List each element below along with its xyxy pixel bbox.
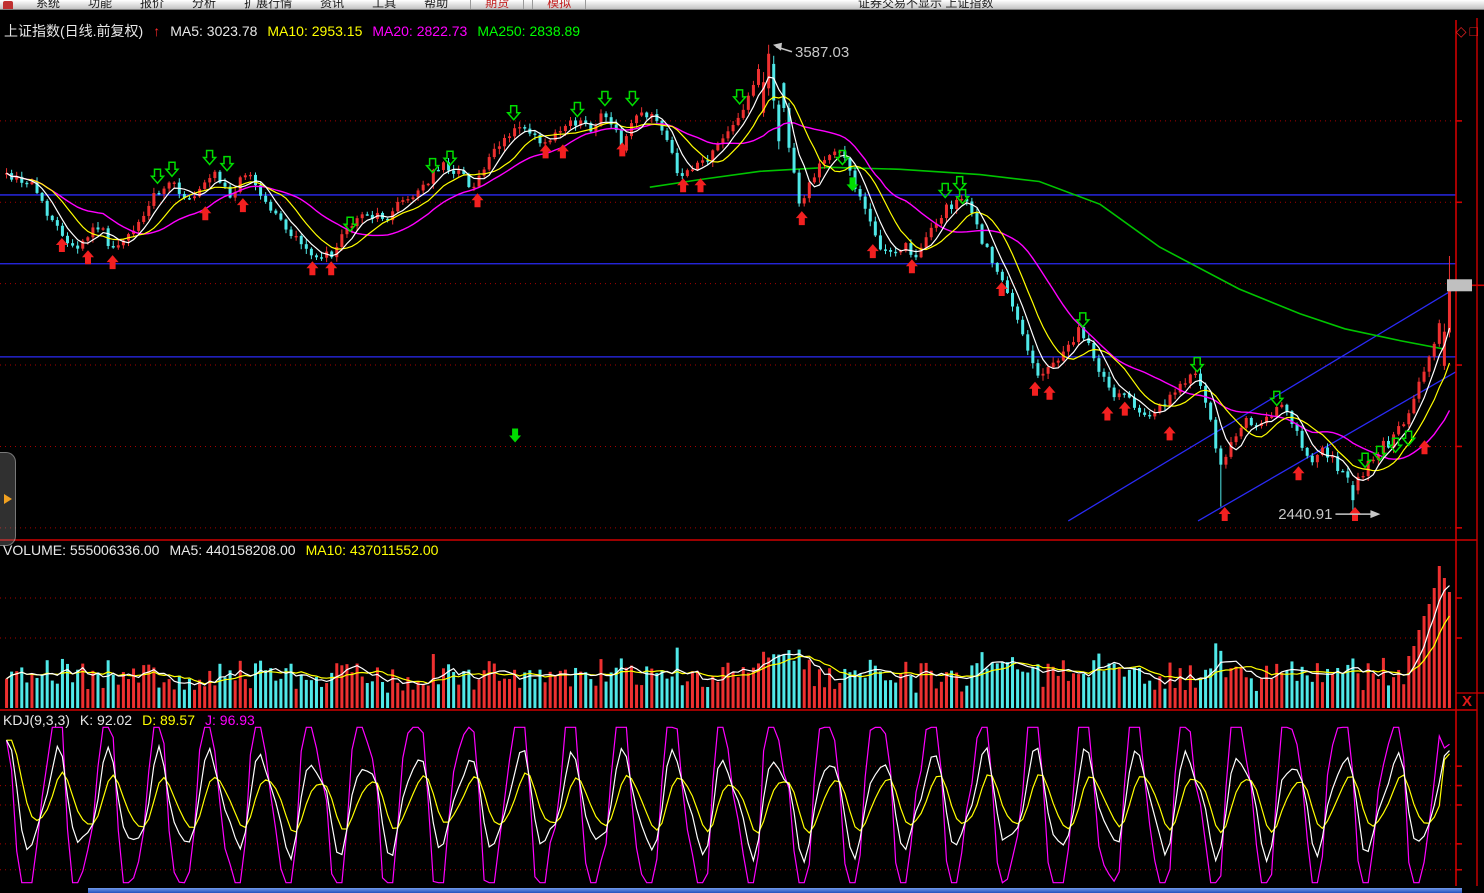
sell-signal-arrow bbox=[508, 106, 520, 120]
expand-arrow-icon bbox=[4, 494, 12, 504]
sell-signal-arrow bbox=[1191, 358, 1203, 372]
trading-app-window: 系统功能报价分析扩展行情资讯工具帮助期货模拟 证券交易不显示 上证指数 上证指数… bbox=[0, 0, 1484, 893]
buy-signal-arrow bbox=[1419, 440, 1431, 454]
sell-signal-arrow bbox=[836, 151, 848, 165]
buy-signal-arrow bbox=[1164, 426, 1176, 440]
taskbar-sliver[interactable] bbox=[88, 888, 1462, 893]
sell-signal-arrow bbox=[221, 157, 233, 171]
sell-signal-arrow bbox=[734, 90, 746, 104]
ma10-value: MA10: 2953.15 bbox=[267, 23, 362, 39]
window-mode-icon[interactable]: □ bbox=[1470, 24, 1478, 38]
buy-signal-arrow bbox=[540, 144, 552, 158]
buy-signal-arrow bbox=[107, 255, 119, 269]
kdj-name: KDJ(9,3,3) bbox=[3, 712, 70, 728]
sell-signal-arrow bbox=[626, 92, 638, 106]
buy-signal-arrow bbox=[1219, 507, 1231, 521]
trend-up-icon: ↑ bbox=[153, 23, 160, 39]
ma20-line bbox=[7, 123, 1450, 460]
buy-signal-arrow bbox=[1029, 382, 1041, 396]
ma250-value: MA250: 2838.89 bbox=[477, 23, 580, 39]
kdj-j-line bbox=[7, 727, 1450, 882]
indicator-close-button[interactable]: X bbox=[1458, 694, 1476, 710]
diamond-icon[interactable]: ◇ bbox=[1456, 24, 1467, 38]
sell-signal-arrow bbox=[204, 151, 216, 165]
price-annotations: 3587.03 2440.91 bbox=[773, 43, 1380, 523]
volume-bars bbox=[5, 566, 1451, 708]
volume-ma10-value: MA10: 437011552.00 bbox=[306, 542, 439, 558]
chart-frame bbox=[0, 18, 1484, 886]
sell-signal-arrow bbox=[571, 103, 583, 117]
buy-signal-arrow bbox=[906, 259, 918, 273]
volume-value: VOLUME: 555006336.00 bbox=[3, 542, 159, 558]
buy-signal-arrow bbox=[1293, 466, 1305, 480]
sell-signal-arrow-solid bbox=[509, 429, 521, 443]
sell-signal-arrow bbox=[152, 169, 164, 183]
signal-arrows bbox=[56, 90, 1431, 521]
candlesticks bbox=[5, 45, 1451, 511]
grid-lines bbox=[0, 121, 1456, 870]
buy-signal-arrow bbox=[796, 211, 808, 225]
sell-signal-arrow-solid bbox=[847, 177, 859, 191]
volume-header: VOLUME: 555006336.00 MA5: 440158208.00 M… bbox=[3, 542, 438, 558]
sell-signal-arrow bbox=[166, 162, 178, 176]
symbol-label: 上证指数(日线.前复权) bbox=[4, 23, 143, 39]
last-price-marker bbox=[1447, 279, 1472, 291]
kdj-k-value: K: 92.02 bbox=[80, 712, 132, 728]
buy-signal-arrow bbox=[237, 198, 249, 212]
kdj-header: KDJ(9,3,3) K: 92.02 D: 89.57 J: 96.93 bbox=[3, 712, 255, 728]
volume-ma5-value: MA5: 440158208.00 bbox=[169, 542, 295, 558]
ma5-value: MA5: 3023.78 bbox=[170, 23, 257, 39]
buy-signal-arrow bbox=[199, 206, 211, 220]
chart-canvas[interactable]: 3587.03 2440.91 bbox=[0, 0, 1484, 893]
main-chart-header: 上证指数(日线.前复权) ↑ MA5: 3023.78 MA10: 2953.1… bbox=[4, 23, 580, 39]
buy-signal-arrow bbox=[1119, 402, 1131, 416]
buy-signal-arrow bbox=[82, 250, 94, 264]
low-price-label: 2440.91 bbox=[1278, 506, 1332, 523]
buy-signal-arrow bbox=[677, 178, 689, 192]
ma20-value: MA20: 2822.73 bbox=[372, 23, 467, 39]
sell-signal-arrow bbox=[954, 177, 966, 191]
sell-signal-arrow bbox=[599, 92, 611, 106]
sidebar-expand-handle[interactable] bbox=[0, 452, 16, 546]
kdj-d-value: D: 89.57 bbox=[142, 712, 195, 728]
buy-signal-arrow bbox=[1044, 386, 1056, 400]
chart-corner-icons: ◇ □ bbox=[1456, 24, 1478, 38]
ma10-line bbox=[7, 96, 1450, 470]
buy-signal-arrow bbox=[867, 244, 879, 258]
buy-signal-arrow bbox=[1101, 407, 1113, 421]
peak-price-label: 3587.03 bbox=[795, 44, 849, 61]
support-resistance-lines bbox=[0, 195, 1456, 521]
kdj-j-value: J: 96.93 bbox=[205, 712, 255, 728]
buy-signal-arrow bbox=[557, 144, 569, 158]
